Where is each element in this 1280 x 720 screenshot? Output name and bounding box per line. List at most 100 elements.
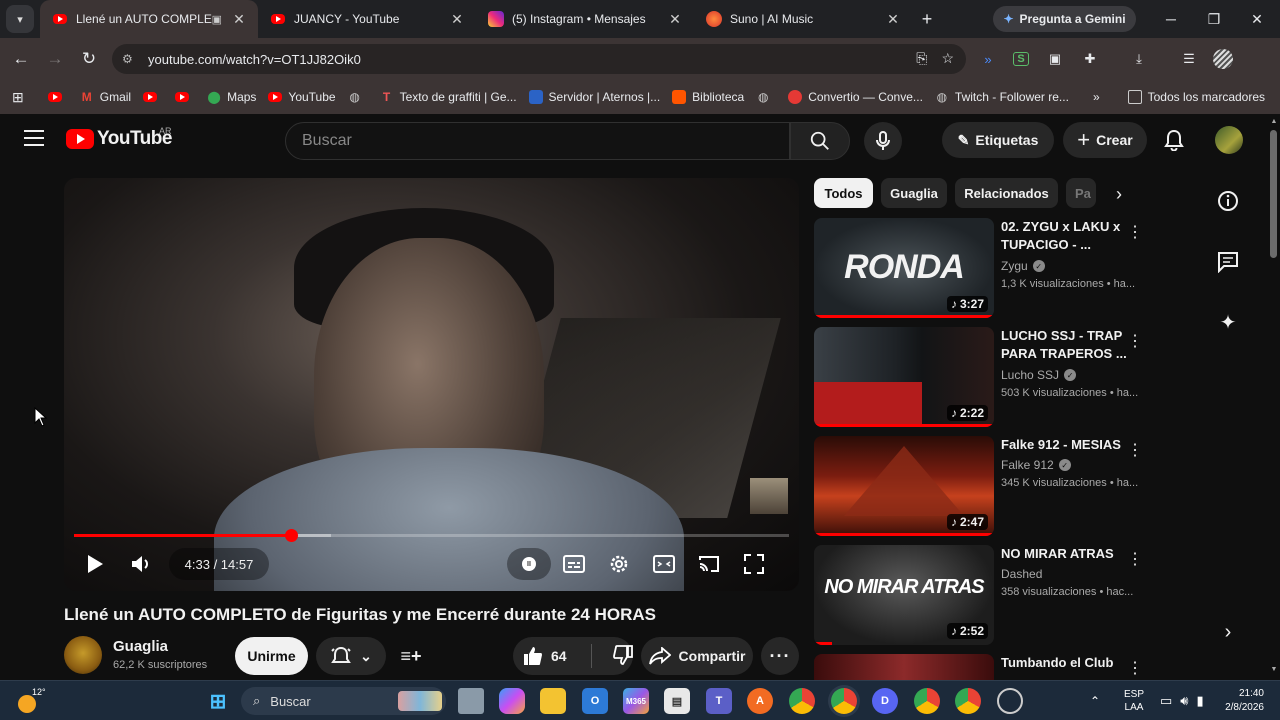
more-actions-button[interactable]: ··· <box>761 637 799 675</box>
recommendation-thumbnail[interactable] <box>814 654 994 680</box>
windows-start-icon[interactable]: ⊞ <box>205 688 231 714</box>
media-playing-icon[interactable]: ▣ <box>212 13 222 26</box>
recommendation-item[interactable]: NO MIRAR ATRAS ♪ 2:52 NO MIRAR ATRAS Dash… <box>814 545 1204 645</box>
taskbar-search[interactable]: ⌕ Buscar <box>241 687 446 715</box>
bookmark-biblioteca[interactable]: Biblioteca <box>666 84 750 110</box>
bookmark-youtube-3[interactable] <box>169 84 201 110</box>
bookmark-convertio[interactable]: Convertio — Conve... <box>782 84 929 110</box>
copilot-icon[interactable] <box>499 688 525 714</box>
close-tab-icon[interactable]: ✕ <box>884 11 902 28</box>
save-to-playlist-button[interactable]: ≡+ <box>393 637 429 675</box>
bookmark-gmail[interactable]: M Gmail <box>74 84 137 110</box>
task-view-icon[interactable] <box>458 688 484 714</box>
chip-all[interactable]: Todos <box>814 178 873 208</box>
search-button[interactable] <box>790 122 850 160</box>
sparkle-icon[interactable]: ✦ <box>1214 308 1242 336</box>
bookmark-youtube[interactable]: YouTube <box>262 84 341 110</box>
tab-instagram[interactable]: (5) Instagram • Mensajes ✕ <box>476 0 694 38</box>
restore-button[interactable]: ❐ <box>1193 0 1235 38</box>
recommendation-thumbnail[interactable]: RONDA ♪ 3:27 <box>814 218 994 318</box>
reading-list-icon[interactable]: ☰ <box>1176 46 1202 72</box>
volume-button[interactable] <box>126 548 156 580</box>
recommendation-thumbnail[interactable]: ♪ 2:22 <box>814 327 994 427</box>
clock[interactable]: 21:40 2/8/2026 <box>1216 681 1264 720</box>
close-window-button[interactable]: ✕ <box>1236 0 1278 38</box>
apps-grid-button[interactable]: ⊞ <box>6 84 30 110</box>
address-bar[interactable]: ⚙ youtube.com/watch?v=OT1JJ82Oik0 ⎘ ☆ <box>112 44 966 74</box>
subtitles-button[interactable] <box>551 548 597 580</box>
channel-avatar[interactable] <box>64 636 102 674</box>
tab-suno[interactable]: Suno | AI Music ✕ <box>694 0 912 38</box>
tab-juancy[interactable]: JUANCY - YouTube ✕ <box>258 0 476 38</box>
notification-preferences-button[interactable]: ⌄ <box>316 637 386 675</box>
settings-button[interactable] <box>597 548 641 580</box>
chat-icon[interactable] <box>1214 248 1242 276</box>
tab-search-button[interactable]: ▾ <box>6 5 34 33</box>
downloads-icon[interactable]: ⤓ <box>1126 46 1152 72</box>
reload-button[interactable]: ↻ <box>72 42 106 76</box>
cast-button[interactable] <box>687 548 731 580</box>
chrome-icon[interactable] <box>789 688 815 714</box>
discord-icon[interactable]: D <box>872 688 898 714</box>
search-input[interactable]: Buscar <box>285 122 790 160</box>
theater-mode-button[interactable] <box>641 548 687 580</box>
bookmark-aternos[interactable]: Servidor | Aternos |... <box>523 84 667 110</box>
app-circle-icon[interactable] <box>997 688 1023 714</box>
m365-icon[interactable]: M365 <box>623 688 649 714</box>
bookmark-star-icon[interactable]: ☆ <box>941 50 954 67</box>
recommendation-thumbnail[interactable]: NO MIRAR ATRAS ♪ 2:52 <box>814 545 994 645</box>
create-button[interactable]: + Crear <box>1063 122 1147 158</box>
chip-partial[interactable]: Pa <box>1066 178 1096 208</box>
video-player[interactable]: 4:33 / 14:57 II <box>64 178 799 591</box>
share-button[interactable]: Compartir <box>641 637 753 675</box>
tray-overflow-chevron-icon[interactable]: ⌃ <box>1090 681 1100 720</box>
more-vertical-icon[interactable]: ⋮ <box>1127 658 1143 678</box>
join-button[interactable]: Unirme <box>235 637 308 675</box>
close-tab-icon[interactable]: ✕ <box>230 11 248 28</box>
notifications-bell-icon[interactable] <box>1160 126 1188 154</box>
tags-button[interactable]: ✎ Etiquetas <box>942 122 1054 158</box>
autoplay-toggle[interactable]: II <box>507 548 551 580</box>
gemini-button[interactable]: ✦ Pregunta a Gemini <box>993 6 1136 32</box>
chrome-profile-3-icon[interactable] <box>955 688 981 714</box>
bookmark-youtube-1[interactable] <box>42 84 74 110</box>
recommendation-item[interactable]: ♪ 2:47 Falke 912 - MESIAS Falke 912 ✓ 345 … <box>814 436 1204 536</box>
voice-search-button[interactable] <box>864 122 902 160</box>
site-info-icon[interactable]: ⚙ <box>122 52 140 66</box>
chip-related[interactable]: Relacionados <box>955 178 1058 208</box>
bookmark-globe[interactable]: ◍ <box>342 84 374 110</box>
tab-youtube-video[interactable]: Llené un AUTO COMPLETO ▣ ✕ <box>40 0 258 38</box>
recommendation-item[interactable]: Tumbando el Club ⋮ <box>814 654 1204 680</box>
scrollbar-thumb[interactable] <box>1270 130 1277 258</box>
bookmark-graffiti[interactable]: T Texto de graffiti | Ge... <box>374 84 523 110</box>
back-button[interactable]: ← <box>4 42 38 76</box>
extension-box-icon[interactable]: ▣ <box>1042 46 1068 72</box>
chevron-right-icon[interactable]: › <box>1214 618 1242 646</box>
bookmarks-overflow-button[interactable]: » <box>1087 84 1106 110</box>
chips-next-chevron-icon[interactable]: › <box>1104 180 1134 208</box>
avast-icon[interactable]: A <box>747 688 773 714</box>
outlook-icon[interactable]: O <box>582 688 608 714</box>
weather-widget[interactable]: 12° <box>16 685 56 717</box>
extensions-puzzle-icon[interactable]: ✚ <box>1077 46 1103 72</box>
menu-hamburger-icon[interactable] <box>24 130 44 146</box>
more-vertical-icon[interactable]: ⋮ <box>1127 440 1143 460</box>
recommendation-thumbnail[interactable]: ♪ 2:47 <box>814 436 994 536</box>
more-vertical-icon[interactable]: ⋮ <box>1127 549 1143 569</box>
account-avatar[interactable] <box>1215 126 1243 154</box>
channel-name[interactable]: Guaglia <box>113 638 168 655</box>
file-explorer-icon[interactable] <box>540 688 566 714</box>
minimize-button[interactable]: ─ <box>1150 0 1192 38</box>
dislike-button[interactable] <box>613 644 633 668</box>
bookmark-youtube-2[interactable] <box>137 84 169 110</box>
scroll-up-arrow-icon[interactable]: ▲ <box>1268 118 1280 125</box>
info-icon[interactable] <box>1214 187 1242 215</box>
bookmark-maps[interactable]: ⬤ Maps <box>201 84 262 110</box>
like-button[interactable]: 64 <box>523 646 567 666</box>
forward-button[interactable]: → <box>38 42 72 76</box>
bookmark-globe-2[interactable]: ◍ <box>750 84 782 110</box>
profile-icon[interactable] <box>1210 46 1236 72</box>
play-button[interactable] <box>80 548 110 580</box>
chip-guaglia[interactable]: Guaglia <box>881 178 947 208</box>
new-tab-button[interactable]: + <box>912 9 942 30</box>
